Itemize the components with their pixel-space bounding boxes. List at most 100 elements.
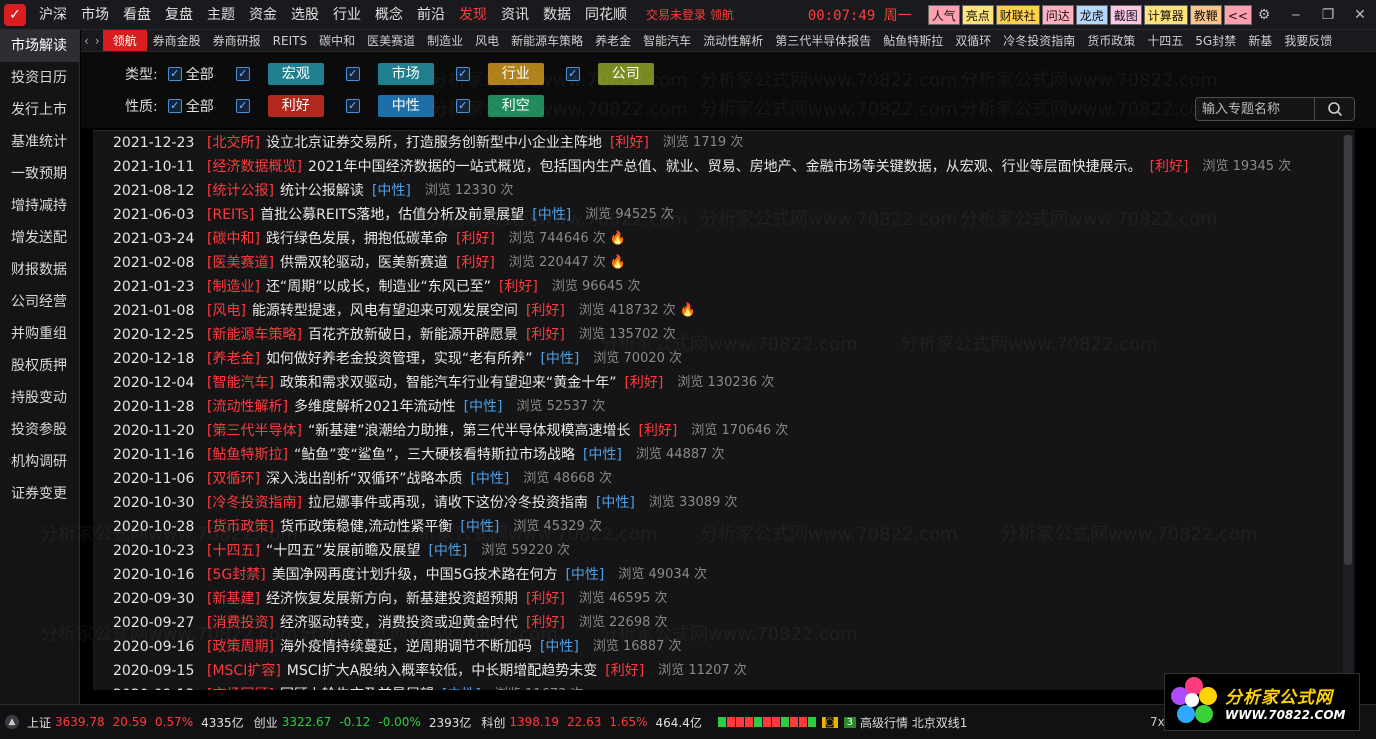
filter-pill[interactable]: 利空: [487, 95, 544, 117]
tool-button[interactable]: 问达: [1041, 4, 1074, 25]
list-category[interactable]: [5G封禁]: [207, 563, 266, 587]
list-scrollbar[interactable]: [1343, 135, 1353, 687]
tab[interactable]: 货币政策: [1081, 30, 1141, 51]
menu-item[interactable]: 资讯: [494, 0, 536, 30]
list-title[interactable]: 经济驱动转变，消费投资或迎黄金时代: [280, 611, 518, 635]
list-item[interactable]: 2021-02-08 [医美赛道] 供需双轮驱动，医美新赛道 [利好] 浏览 22044…: [93, 251, 1355, 275]
list-category[interactable]: [十四五]: [207, 539, 260, 563]
expand-up-icon[interactable]: ▲: [5, 715, 19, 729]
list-category[interactable]: [制造业]: [207, 275, 260, 299]
menu-item[interactable]: 概念: [368, 0, 410, 30]
nature-all-checkbox[interactable]: ✓: [167, 99, 182, 113]
tool-button[interactable]: 亮点: [961, 4, 994, 25]
search-icon[interactable]: [1314, 98, 1354, 120]
network-status[interactable]: ◙ 3 高级行情 北京双线1: [821, 714, 967, 731]
alert-icon[interactable]: ◙: [821, 716, 838, 728]
filter-checkbox[interactable]: ✓: [565, 67, 580, 81]
list-title[interactable]: 还“周期”以成长，制造业“东风已至”: [266, 275, 491, 299]
list-title[interactable]: 如何做好养老金投资管理，实现“老有所养”: [266, 347, 533, 371]
tab[interactable]: 冷冬投资指南: [997, 30, 1081, 51]
list-item[interactable]: 2020-09-27 [消费投资] 经济驱动转变，消费投资或迎黄金时代 [利好] 浏览 …: [93, 611, 1355, 635]
list-title[interactable]: 设立北京证券交易所，打造服务创新型中小企业主阵地: [266, 131, 602, 155]
sidebar-item[interactable]: 增持减持: [0, 190, 79, 222]
list-category[interactable]: [MSCI扩容]: [207, 659, 281, 683]
tab[interactable]: 鲇鱼特斯拉: [877, 30, 949, 51]
sidebar-item[interactable]: 股权质押: [0, 350, 79, 382]
list-item[interactable]: 2020-10-23 [十四五] “十四五”发展前瞻及展望 [中性] 浏览 59220 …: [93, 539, 1355, 563]
minimize-icon[interactable]: ‒: [1288, 7, 1304, 23]
sidebar-item[interactable]: 基准统计: [0, 126, 79, 158]
close-icon[interactable]: ✕: [1352, 7, 1368, 23]
tab[interactable]: 风电: [469, 30, 505, 51]
index-quote[interactable]: 科创 1398.19 22.63 1.65% 464.4亿: [481, 714, 701, 731]
list-title[interactable]: 能源转型提速，风电有望迎来可观发展空间: [252, 299, 518, 323]
nature-all-label[interactable]: 全部: [186, 96, 214, 116]
filter-checkbox[interactable]: ✓: [455, 99, 470, 113]
tab[interactable]: 制造业: [421, 30, 469, 51]
list-item[interactable]: 2021-06-03 [REITs] 首批公募REITS落地，估值分析及前景展望 [中…: [93, 203, 1355, 227]
tab[interactable]: 流动性解析: [697, 30, 769, 51]
menu-item[interactable]: 前沿: [410, 0, 452, 30]
list-item[interactable]: 2021-01-23 [制造业] 还“周期”以成长，制造业“东风已至” [利好] 浏览 …: [93, 275, 1355, 299]
tab[interactable]: 十四五: [1141, 30, 1189, 51]
menu-item[interactable]: 发现: [452, 0, 494, 30]
tab[interactable]: 券商研报: [207, 30, 267, 51]
sidebar-item[interactable]: 市场解读: [0, 30, 79, 62]
topic-search-input[interactable]: [1196, 101, 1314, 117]
sidebar-item[interactable]: 发行上市: [0, 94, 79, 126]
index-quote[interactable]: 上证 3639.78 20.59 0.57% 4335亿: [27, 714, 244, 731]
list-category[interactable]: [政策周期]: [207, 635, 274, 659]
sidebar-item[interactable]: 一致预期: [0, 158, 79, 190]
sidebar-item[interactable]: 投资日历: [0, 62, 79, 94]
list-category[interactable]: [智能汽车]: [207, 371, 274, 395]
list-item[interactable]: 2020-10-28 [货币政策] 货币政策稳健,流动性紧平衡 [中性] 浏览 4532…: [93, 515, 1355, 539]
list-category[interactable]: [新能源车策略]: [207, 323, 302, 347]
list-category[interactable]: [第三代半导体]: [207, 419, 302, 443]
filter-checkbox[interactable]: ✓: [455, 67, 470, 81]
list-item[interactable]: 2021-10-11 [经济数据概览] 2021年中国经济数据的一站式概览，包括国内…: [93, 155, 1355, 179]
sidebar-item[interactable]: 增发送配: [0, 222, 79, 254]
sidebar-item[interactable]: 公司经营: [0, 286, 79, 318]
list-category[interactable]: [医美赛道]: [207, 251, 274, 275]
list-category[interactable]: [新基建]: [207, 587, 260, 611]
list-category[interactable]: [流动性解析]: [207, 395, 288, 419]
tab[interactable]: 养老金: [589, 30, 637, 51]
tool-button[interactable]: 截图: [1109, 4, 1142, 25]
list-item[interactable]: 2021-03-24 [碳中和] 践行绿色发展，拥抱低碳革命 [利好] 浏览 74464…: [93, 227, 1355, 251]
list-category[interactable]: [鲇鱼特斯拉]: [207, 443, 288, 467]
list-title[interactable]: 货币政策稳健,流动性紧平衡: [280, 515, 452, 539]
list-category[interactable]: [REITs]: [207, 203, 254, 227]
login-status[interactable]: 交易未登录 领航: [646, 6, 734, 23]
list-title[interactable]: 拉尼娜事件或再现，请收下这份冷冬投资指南: [308, 491, 588, 515]
list-category[interactable]: [市场回顾]: [207, 683, 274, 690]
tab[interactable]: 领航: [102, 30, 147, 51]
filter-pill[interactable]: 公司: [597, 63, 654, 85]
sidebar-item[interactable]: 机构调研: [0, 446, 79, 478]
list-category[interactable]: [碳中和]: [207, 227, 260, 251]
list-item[interactable]: 2021-01-08 [风电] 能源转型提速，风电有望迎来可观发展空间 [利好] 浏览 …: [93, 299, 1355, 323]
list-item[interactable]: 2020-12-18 [养老金] 如何做好养老金投资管理，实现“老有所养” [中性] 浏…: [93, 347, 1355, 371]
list-category[interactable]: [养老金]: [207, 347, 260, 371]
list-title[interactable]: 政策和需求双驱动，智能汽车行业有望迎来“黄金十年”: [280, 371, 617, 395]
sidebar-item[interactable]: 证券变更: [0, 478, 79, 510]
list-title[interactable]: “新基建”浪潮给力助推，第三代半导体规模高速增长: [308, 419, 631, 443]
scrollbar-thumb[interactable]: [1344, 135, 1352, 565]
tab[interactable]: 新能源车策略: [505, 30, 589, 51]
list-title[interactable]: 统计公报解读: [280, 179, 364, 203]
menu-item[interactable]: 沪深: [32, 0, 74, 30]
list-category[interactable]: [经济数据概览]: [207, 155, 302, 179]
list-item[interactable]: 2021-12-23 [北交所] 设立北京证券交易所，打造服务创新型中小企业主阵地 […: [93, 131, 1355, 155]
list-title[interactable]: 海外疫情持续蔓延，逆周期调节不断加码: [280, 635, 532, 659]
tab[interactable]: 券商金股: [147, 30, 207, 51]
filter-pill[interactable]: 行业: [487, 63, 544, 85]
list-category[interactable]: [风电]: [207, 299, 246, 323]
menu-item[interactable]: 行业: [326, 0, 368, 30]
menu-item[interactable]: 市场: [74, 0, 116, 30]
list-item[interactable]: 2020-11-28 [流动性解析] 多维度解析2021年流动性 [中性] 浏览 525…: [93, 395, 1355, 419]
list-title[interactable]: “鲇鱼”变“鲨鱼”，三大硬核看特斯拉市场战略: [294, 443, 575, 467]
menu-item[interactable]: 数据: [536, 0, 578, 30]
list-category[interactable]: [统计公报]: [207, 179, 274, 203]
filter-pill[interactable]: 市场: [377, 63, 434, 85]
tool-button[interactable]: 教鞭: [1189, 4, 1222, 25]
filter-checkbox[interactable]: ✓: [235, 99, 250, 113]
